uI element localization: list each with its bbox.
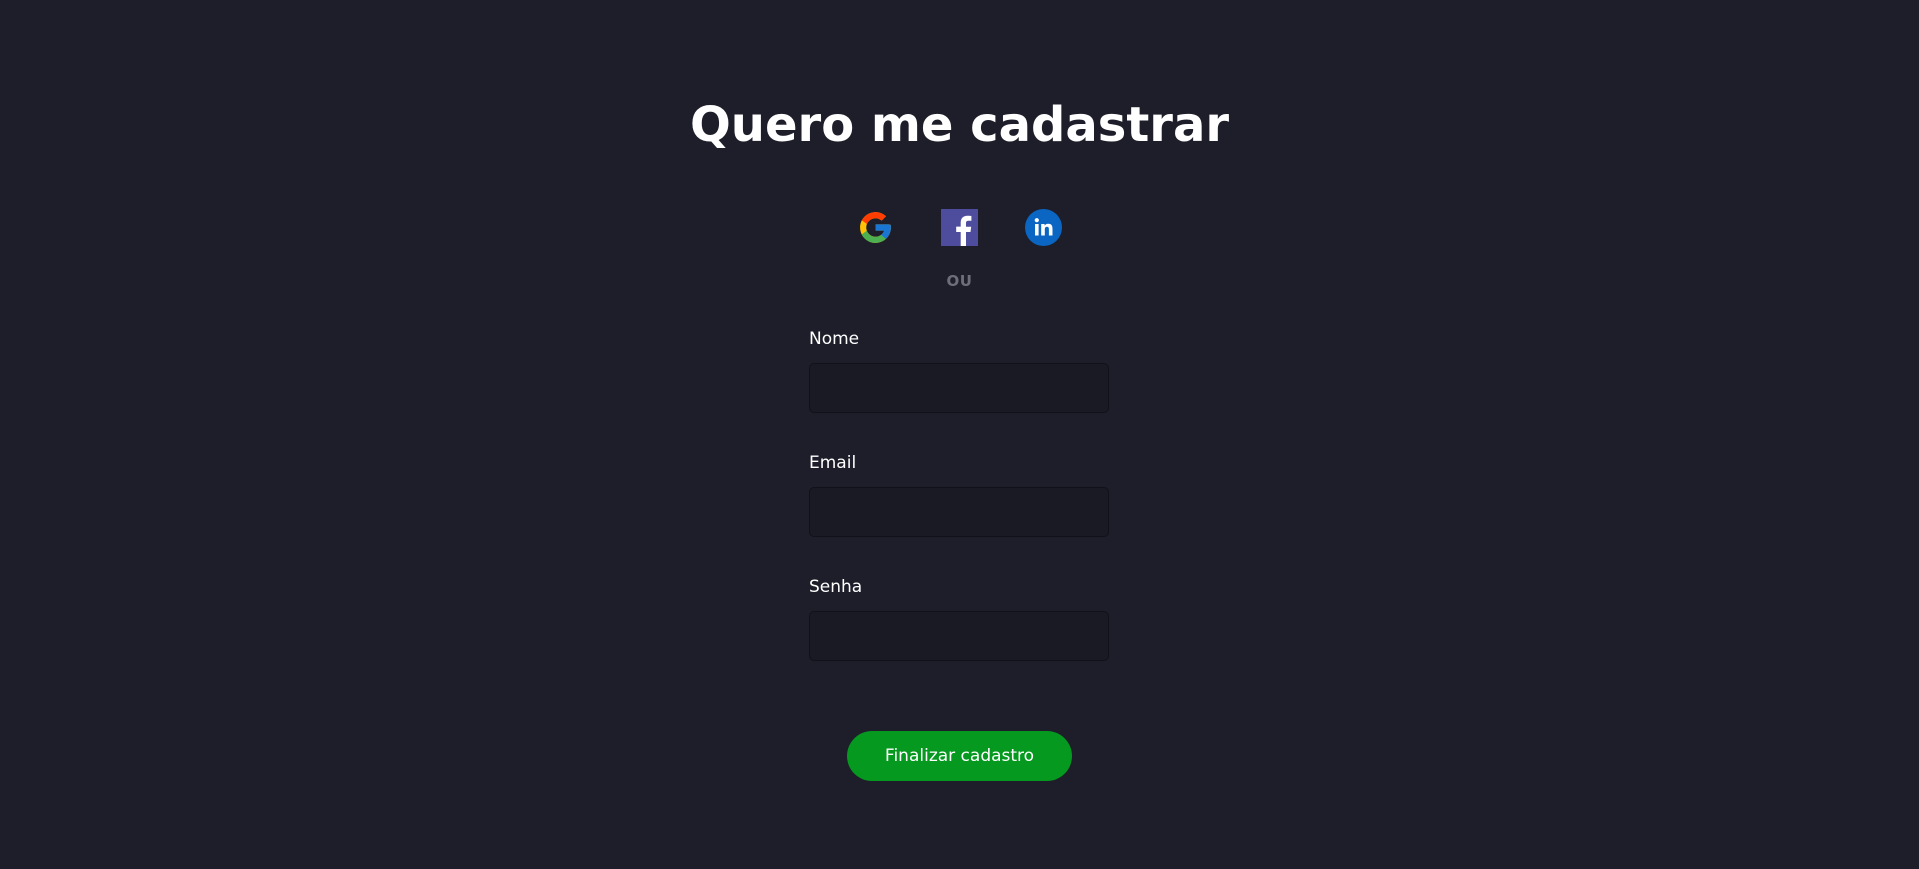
- facebook-login-button[interactable]: [941, 209, 978, 246]
- name-field-group: Nome: [809, 328, 1109, 452]
- google-icon: [860, 212, 891, 243]
- google-login-button[interactable]: [857, 209, 894, 246]
- linkedin-icon: [1025, 209, 1062, 246]
- email-field-group: Email: [809, 452, 1109, 576]
- name-label: Nome: [809, 329, 860, 349]
- facebook-icon: [941, 209, 978, 246]
- social-login-group: [0, 209, 1919, 246]
- linkedin-login-button[interactable]: [1025, 209, 1062, 246]
- page-title: Quero me cadastrar: [689, 97, 1229, 153]
- or-divider: OU: [946, 272, 973, 290]
- password-field-group: Senha: [809, 576, 1109, 700]
- signup-page: Quero me cadastrar OU Nome Email Senha F…: [0, 0, 1919, 869]
- signup-form: Nome Email Senha: [809, 328, 1109, 700]
- password-input[interactable]: [809, 611, 1109, 661]
- password-label: Senha: [809, 577, 863, 597]
- email-label: Email: [809, 453, 857, 473]
- email-input[interactable]: [809, 487, 1109, 537]
- name-input[interactable]: [809, 363, 1109, 413]
- finish-signup-button[interactable]: Finalizar cadastro: [847, 731, 1072, 781]
